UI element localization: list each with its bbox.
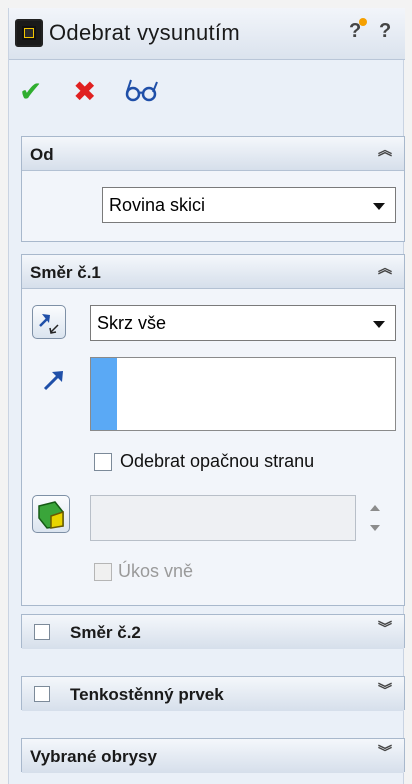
expand-chevron-icon[interactable]: ︾ bbox=[378, 621, 392, 635]
draft-angle-input[interactable] bbox=[90, 495, 356, 541]
direction-arrow-icon bbox=[43, 371, 63, 391]
thin-feature-group-title: Tenkostěnný prvek bbox=[70, 685, 224, 704]
dropdown-arrow-icon bbox=[373, 321, 385, 328]
spin-up-icon[interactable] bbox=[370, 505, 380, 511]
draft-outward-checkbox[interactable] bbox=[94, 563, 112, 581]
expand-chevron-icon[interactable]: ︾ bbox=[378, 683, 392, 697]
reverse-direction-icon bbox=[39, 314, 59, 334]
collapse-chevron-icon[interactable]: ︽ bbox=[378, 143, 392, 157]
selected-contours-group-header[interactable]: Vybrané obrysy ︾ bbox=[22, 739, 404, 773]
draft-icon bbox=[38, 501, 64, 529]
cancel-button[interactable]: ✖ bbox=[73, 78, 96, 106]
direction1-group: Směr č.1 ︽ Skrz vše Odebrat opačnou stra… bbox=[21, 254, 405, 606]
title-bar: Odebrat vysunutím ? ? bbox=[9, 8, 405, 60]
property-manager: Odebrat vysunutím ? ? ✔ ✖ Od ︽ Rovina sk… bbox=[8, 8, 405, 784]
direction-reference-selection-box[interactable] bbox=[90, 357, 396, 431]
draft-outward-label: Úkos vně bbox=[118, 561, 194, 581]
extruded-cut-icon bbox=[15, 19, 43, 47]
from-start-condition-dropdown[interactable]: Rovina skici bbox=[102, 187, 396, 223]
glasses-icon bbox=[125, 79, 158, 102]
direction2-group-title: Směr č.2 bbox=[70, 623, 141, 642]
flip-side-to-cut-checkbox[interactable] bbox=[94, 453, 112, 471]
collapse-chevron-icon[interactable]: ︽ bbox=[378, 261, 392, 275]
thin-feature-group-header[interactable]: Tenkostěnný prvek ︾ bbox=[22, 677, 404, 711]
detailed-preview-button[interactable] bbox=[123, 76, 159, 106]
expand-chevron-icon[interactable]: ︾ bbox=[378, 745, 392, 759]
action-bar: ✔ ✖ bbox=[9, 68, 405, 118]
ok-button[interactable]: ✔ bbox=[19, 78, 42, 106]
direction2-enable-checkbox[interactable] bbox=[34, 624, 50, 640]
from-group: Od ︽ Rovina skici bbox=[21, 136, 405, 242]
direction1-group-header[interactable]: Směr č.1 ︽ bbox=[22, 255, 404, 289]
from-group-title: Od bbox=[30, 145, 54, 164]
end-condition-dropdown[interactable]: Skrz vše bbox=[90, 305, 396, 341]
flip-side-to-cut-label: Odebrat opačnou stranu bbox=[120, 451, 315, 471]
from-group-header[interactable]: Od ︽ bbox=[22, 137, 404, 171]
selected-contours-group: Vybrané obrysy ︾ bbox=[21, 738, 405, 773]
panel-title: Odebrat vysunutím bbox=[49, 20, 240, 45]
selection-active-stripe bbox=[91, 358, 117, 430]
thin-feature-group: Tenkostěnný prvek ︾ bbox=[21, 676, 405, 711]
direction2-group: Směr č.2 ︾ bbox=[21, 614, 405, 649]
direction2-group-header[interactable]: Směr č.2 ︾ bbox=[22, 615, 404, 649]
draft-toggle-button[interactable] bbox=[32, 495, 70, 533]
thin-feature-enable-checkbox[interactable] bbox=[34, 686, 50, 702]
help-icon[interactable]: ? bbox=[379, 20, 391, 43]
reverse-direction-button[interactable] bbox=[32, 305, 66, 339]
dropdown-arrow-icon bbox=[373, 203, 385, 210]
spin-down-icon[interactable] bbox=[370, 525, 380, 531]
selected-contours-group-title: Vybrané obrysy bbox=[30, 747, 157, 766]
quick-help-icon[interactable]: ? bbox=[349, 18, 367, 43]
direction1-group-title: Směr č.1 bbox=[30, 263, 101, 282]
draft-angle-spinner[interactable] bbox=[364, 495, 386, 543]
